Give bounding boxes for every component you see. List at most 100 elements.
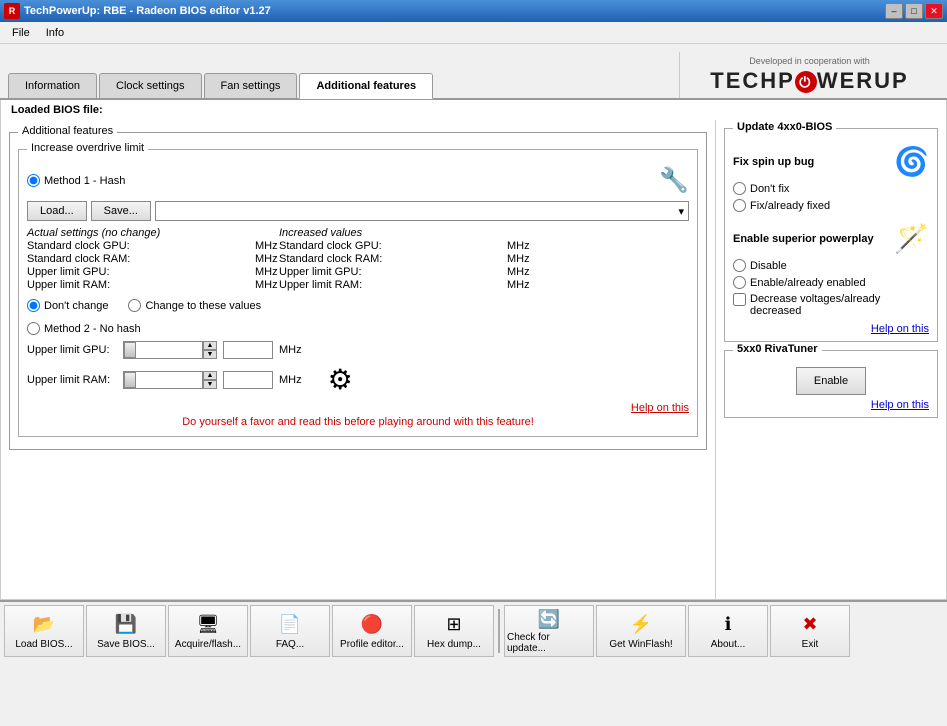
profile-dropdown[interactable]: ▾ [155,201,689,221]
change-values-radio[interactable] [128,299,141,312]
dont-fix-row: Don't fix [733,182,929,195]
settings-table: Actual settings (no change) Increased va… [27,227,689,291]
hex-dump-label: Hex dump... [427,639,481,650]
upper-gpu-unit-increased: MHz [507,266,527,278]
std-ram-val-increased [453,253,503,265]
about-icon: ℹ [716,613,740,637]
upper-gpu-slider-track[interactable] [123,341,203,359]
upper-ram-up[interactable]: ▲ [203,371,217,380]
faq-button[interactable]: 📄 FAQ... [250,605,330,657]
upper-ram-unit-increased: MHz [507,279,527,291]
menu-bar: File Info [0,22,947,44]
logo-text-after: WERUP [817,68,909,93]
upper-ram-label-increased: Upper limit RAM: [279,279,449,291]
std-gpu-unit-actual: MHz [255,240,275,252]
tab-clock-settings[interactable]: Clock settings [99,73,201,98]
profile-editor-button[interactable]: 🔴 Profile editor... [332,605,412,657]
update-bios-section: Update 4xx0-BIOS Fix spin up bug 🌀 Don't… [724,128,938,342]
upper-ram-input[interactable] [223,371,273,389]
minimize-button[interactable]: – [885,3,903,19]
check-update-button[interactable]: 🔄 Check for update... [504,605,594,657]
change-values-label: Change to these values [145,300,261,312]
disable-label: Disable [750,260,787,272]
upper-gpu-down[interactable]: ▼ [203,350,217,359]
warning-text: Do yourself a favor and read this before… [182,416,534,428]
decrease-label: Decrease voltages/already decreased [750,293,929,317]
upper-ram-slider-thumb [124,372,136,388]
fix-spin-header: Fix spin up bug 🌀 [733,145,929,178]
upper-ram-val-increased [453,279,503,291]
get-winflash-button[interactable]: ⚡ Get WinFlash! [596,605,686,657]
dont-fix-radio[interactable] [733,182,746,195]
upper-gpu-slider-row: Upper limit GPU: ▲ ▼ MHz [27,341,689,359]
logo-power-icon: ⏻ [795,71,817,93]
method2-row: Method 2 - No hash [27,322,689,335]
help-update-row: Help on this [733,323,929,335]
upper-ram-down[interactable]: ▼ [203,380,217,389]
bottom-toolbar: 📂 Load BIOS... 💾 Save BIOS... 🖥 Acquire/… [0,600,947,660]
acquire-flash-label: Acquire/flash... [175,639,241,650]
fix-spin-title: Fix spin up bug [733,156,814,168]
std-ram-unit-actual: MHz [255,253,275,265]
upper-ram-mhz: MHz [279,374,302,386]
logo-area: Developed in cooperation with TECHP⏻WERU… [679,52,939,98]
disable-radio[interactable] [733,259,746,272]
upper-gpu-unit-actual: MHz [255,266,275,278]
save-button[interactable]: Save... [91,201,151,221]
update-bios-title: Update 4xx0-BIOS [733,121,836,133]
load-save-row: Load... Save... ▾ [27,201,689,221]
menu-info[interactable]: Info [38,25,72,41]
tab-fan-settings[interactable]: Fan settings [204,73,298,98]
save-bios-icon: 💾 [114,613,138,637]
std-ram-unit-increased: MHz [507,253,527,265]
load-button[interactable]: Load... [27,201,87,221]
upper-ram-slider-label: Upper limit RAM: [27,374,117,386]
profile-editor-icon: 🔴 [360,613,384,637]
std-ram-label-increased: Standard clock RAM: [279,253,449,265]
title-bar-text: TechPowerUp: RBE - Radeon BIOS editor v1… [24,5,885,17]
load-bios-button[interactable]: 📂 Load BIOS... [4,605,84,657]
load-bios-label: Load BIOS... [15,639,72,650]
exit-button[interactable]: ✖ Exit [770,605,850,657]
maximize-button[interactable]: □ [905,3,923,19]
close-button[interactable]: ✕ [925,3,943,19]
menu-file[interactable]: File [4,25,38,41]
help-link-update[interactable]: Help on this [871,323,929,335]
powerplay-icon: 🪄 [894,222,929,255]
fix-already-radio[interactable] [733,199,746,212]
upper-gpu-label-actual: Upper limit GPU: [27,266,197,278]
upper-gpu-mhz: MHz [279,344,302,356]
upper-gpu-input[interactable] [223,341,273,359]
tab-information[interactable]: Information [8,73,97,98]
upper-gpu-up[interactable]: ▲ [203,341,217,350]
std-gpu-val-actual [201,240,251,252]
about-button[interactable]: ℹ About... [688,605,768,657]
method1-row: Method 1 - Hash 🔧 [27,166,689,195]
upper-ram-slider-row: Upper limit RAM: ▲ ▼ MHz [27,363,689,396]
decrease-checkbox[interactable] [733,293,746,306]
std-ram-val-actual [201,253,251,265]
dont-change-radio[interactable] [27,299,40,312]
right-panel: Update 4xx0-BIOS Fix spin up bug 🌀 Don't… [716,120,946,599]
tab-additional-features[interactable]: Additional features [299,73,433,99]
hex-dump-button[interactable]: ⊞ Hex dump... [414,605,494,657]
actual-header: Actual settings (no change) [27,227,197,239]
check-update-label: Check for update... [507,632,591,654]
powerplay-title: Enable superior powerplay [733,233,874,245]
enable-riva-button[interactable]: Enable [796,367,866,395]
method1-radio[interactable] [27,174,40,187]
acquire-flash-button[interactable]: 🖥 Acquire/flash... [168,605,248,657]
help-link-riva[interactable]: Help on this [871,399,929,411]
method2-radio[interactable] [27,322,40,335]
window-controls: – □ ✕ [885,3,943,19]
help-link-overdrive[interactable]: Help on this [631,402,689,414]
enable-already-radio[interactable] [733,276,746,289]
method2-label: Method 2 - No hash [44,323,141,335]
overdrive-group: Increase overdrive limit Method 1 - Hash… [18,149,698,437]
std-gpu-label-increased: Standard clock GPU: [279,240,449,252]
save-bios-button[interactable]: 💾 Save BIOS... [86,605,166,657]
dropdown-arrow: ▾ [678,205,684,218]
upper-ram-slider-track[interactable] [123,371,203,389]
upper-ram-arrows: ▲ ▼ [203,371,217,389]
upper-gpu-slider-thumb [124,342,136,358]
